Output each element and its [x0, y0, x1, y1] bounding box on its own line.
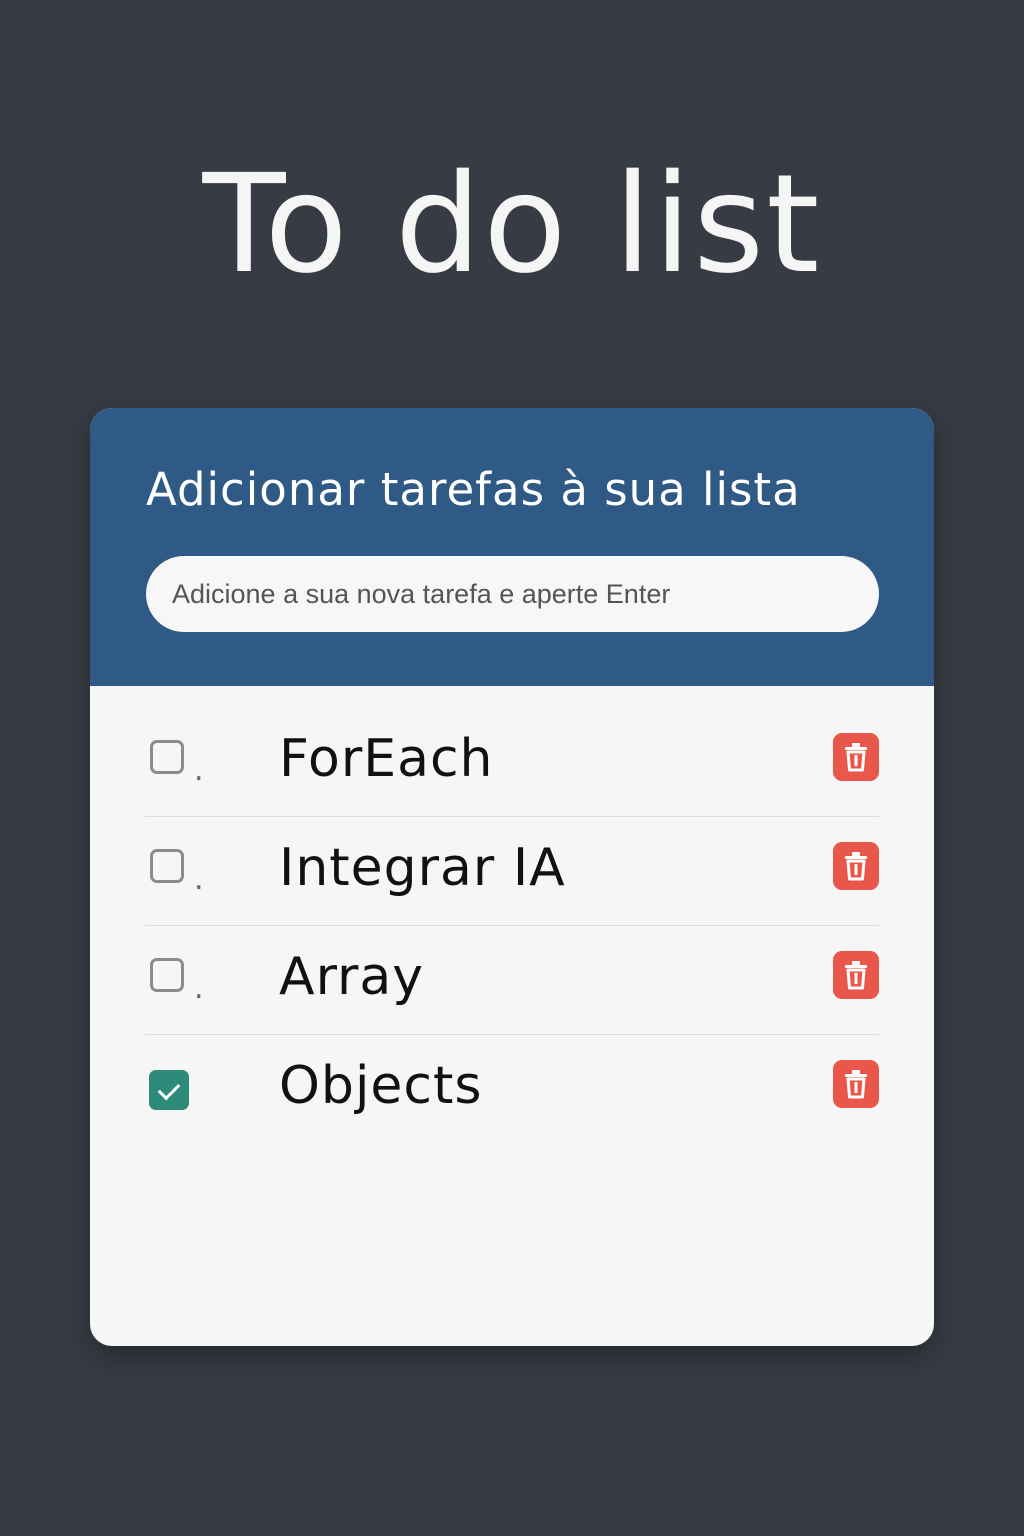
task-checkbox[interactable]	[150, 958, 184, 992]
task-marker: .	[194, 971, 204, 1006]
new-task-input[interactable]	[146, 556, 879, 632]
task-list: . ForEach . Integrar IA . Array Objects	[90, 686, 934, 1144]
task-item: . Array	[145, 926, 879, 1035]
delete-task-button[interactable]	[833, 733, 879, 781]
task-item: . ForEach	[145, 708, 879, 817]
delete-task-button[interactable]	[833, 1060, 879, 1108]
task-marker: .	[194, 862, 204, 897]
task-checkbox-checked[interactable]	[149, 1070, 189, 1110]
task-label: ForEach	[279, 729, 494, 789]
task-checkbox[interactable]	[150, 740, 184, 774]
task-item: Objects	[145, 1035, 879, 1144]
trash-icon	[845, 852, 867, 881]
task-item: . Integrar IA	[145, 817, 879, 926]
delete-task-button[interactable]	[833, 842, 879, 890]
todo-card: Adicionar tarefas à sua lista . ForEach …	[90, 408, 934, 1346]
task-label: Objects	[279, 1056, 483, 1116]
task-checkbox[interactable]	[150, 849, 184, 883]
delete-task-button[interactable]	[833, 951, 879, 999]
card-header-title: Adicionar tarefas à sua lista	[146, 463, 801, 516]
page-title: To do list	[202, 146, 822, 304]
trash-icon	[845, 1070, 867, 1099]
task-label: Array	[279, 947, 425, 1007]
task-marker: .	[194, 753, 204, 788]
card-header: Adicionar tarefas à sua lista	[90, 408, 934, 686]
task-label: Integrar IA	[279, 838, 566, 898]
trash-icon	[845, 743, 867, 772]
trash-icon	[845, 961, 867, 990]
